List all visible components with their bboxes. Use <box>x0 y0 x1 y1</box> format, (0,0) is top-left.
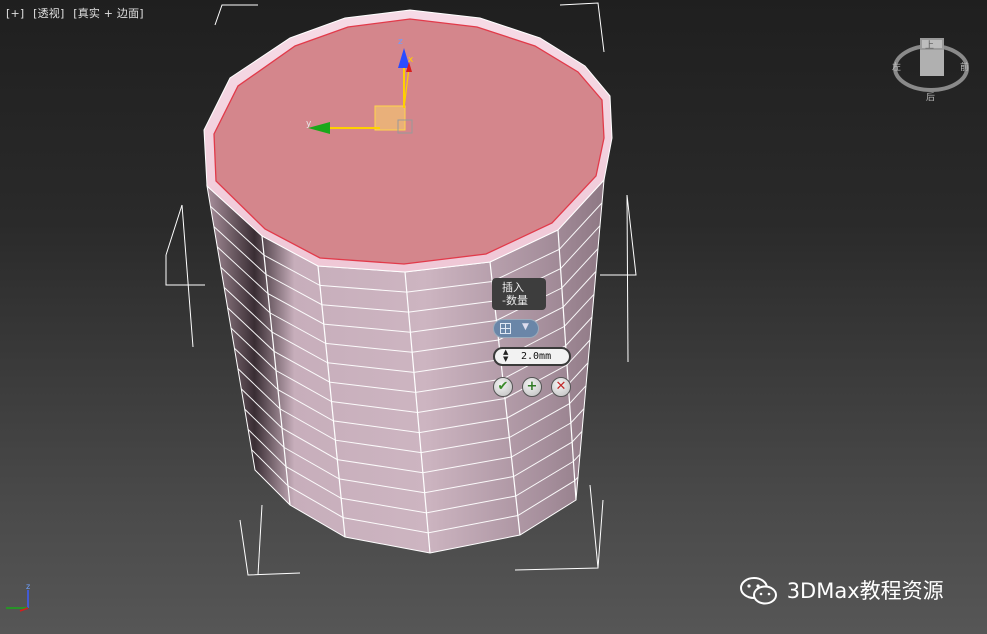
viewport-shading-menu[interactable]: [真实 + 边面] <box>73 7 144 20</box>
caddy-title-line1: 插入 <box>502 281 524 294</box>
corner-axis-z-label: z <box>26 582 30 591</box>
spinner-arrows-icon[interactable]: ▲ ▼ <box>503 349 508 363</box>
viewcube-right-label: 前 <box>960 61 969 73</box>
inset-caddy: 插入 -数量 ▼ ▲▼ ✔ + ✕ <box>492 278 582 403</box>
ok-button[interactable]: ✔ <box>493 377 513 397</box>
chevron-down-icon: ▼ <box>522 322 529 332</box>
viewcube-bottom-label: 后 <box>926 92 935 103</box>
world-axis-tripod: z <box>2 582 42 612</box>
viewcube-top-label: 上 <box>925 40 934 51</box>
gizmo-y-label: y <box>306 119 312 129</box>
viewport-label: [+] [透视] [真实 + 边面] <box>6 5 149 21</box>
inset-amount-field[interactable] <box>521 350 567 363</box>
caddy-title-line2: -数量 <box>502 294 528 307</box>
viewcube[interactable]: 上 左 前 后 <box>892 34 970 104</box>
viewcube-left-label: 左 <box>892 61 901 73</box>
perspective-viewport[interactable]: z x y [+] [透视] [真实 + 边面] 上 左 前 后 插入 -数量 … <box>0 0 987 634</box>
wechat-icon <box>740 577 777 605</box>
viewport-menu-plus[interactable]: [+] <box>6 7 24 20</box>
inset-mode-dropdown[interactable]: ▼ <box>493 319 539 338</box>
caddy-title: 插入 -数量 <box>492 278 546 310</box>
viewport-view-menu[interactable]: [透视] <box>33 7 64 20</box>
inset-amount-spinner[interactable]: ▲ ▼ <box>493 347 571 366</box>
grid-icon <box>500 323 511 334</box>
gizmo-z-label: z <box>398 37 403 47</box>
gizmo-x-label: x <box>408 55 414 65</box>
watermark: 3DMax教程资源 <box>738 574 944 606</box>
cancel-button[interactable]: ✕ <box>551 377 571 397</box>
apply-and-continue-button[interactable]: + <box>522 377 542 397</box>
viewcube-icon[interactable]: 上 左 前 后 <box>892 34 970 104</box>
watermark-text: 3DMax教程资源 <box>786 579 944 603</box>
